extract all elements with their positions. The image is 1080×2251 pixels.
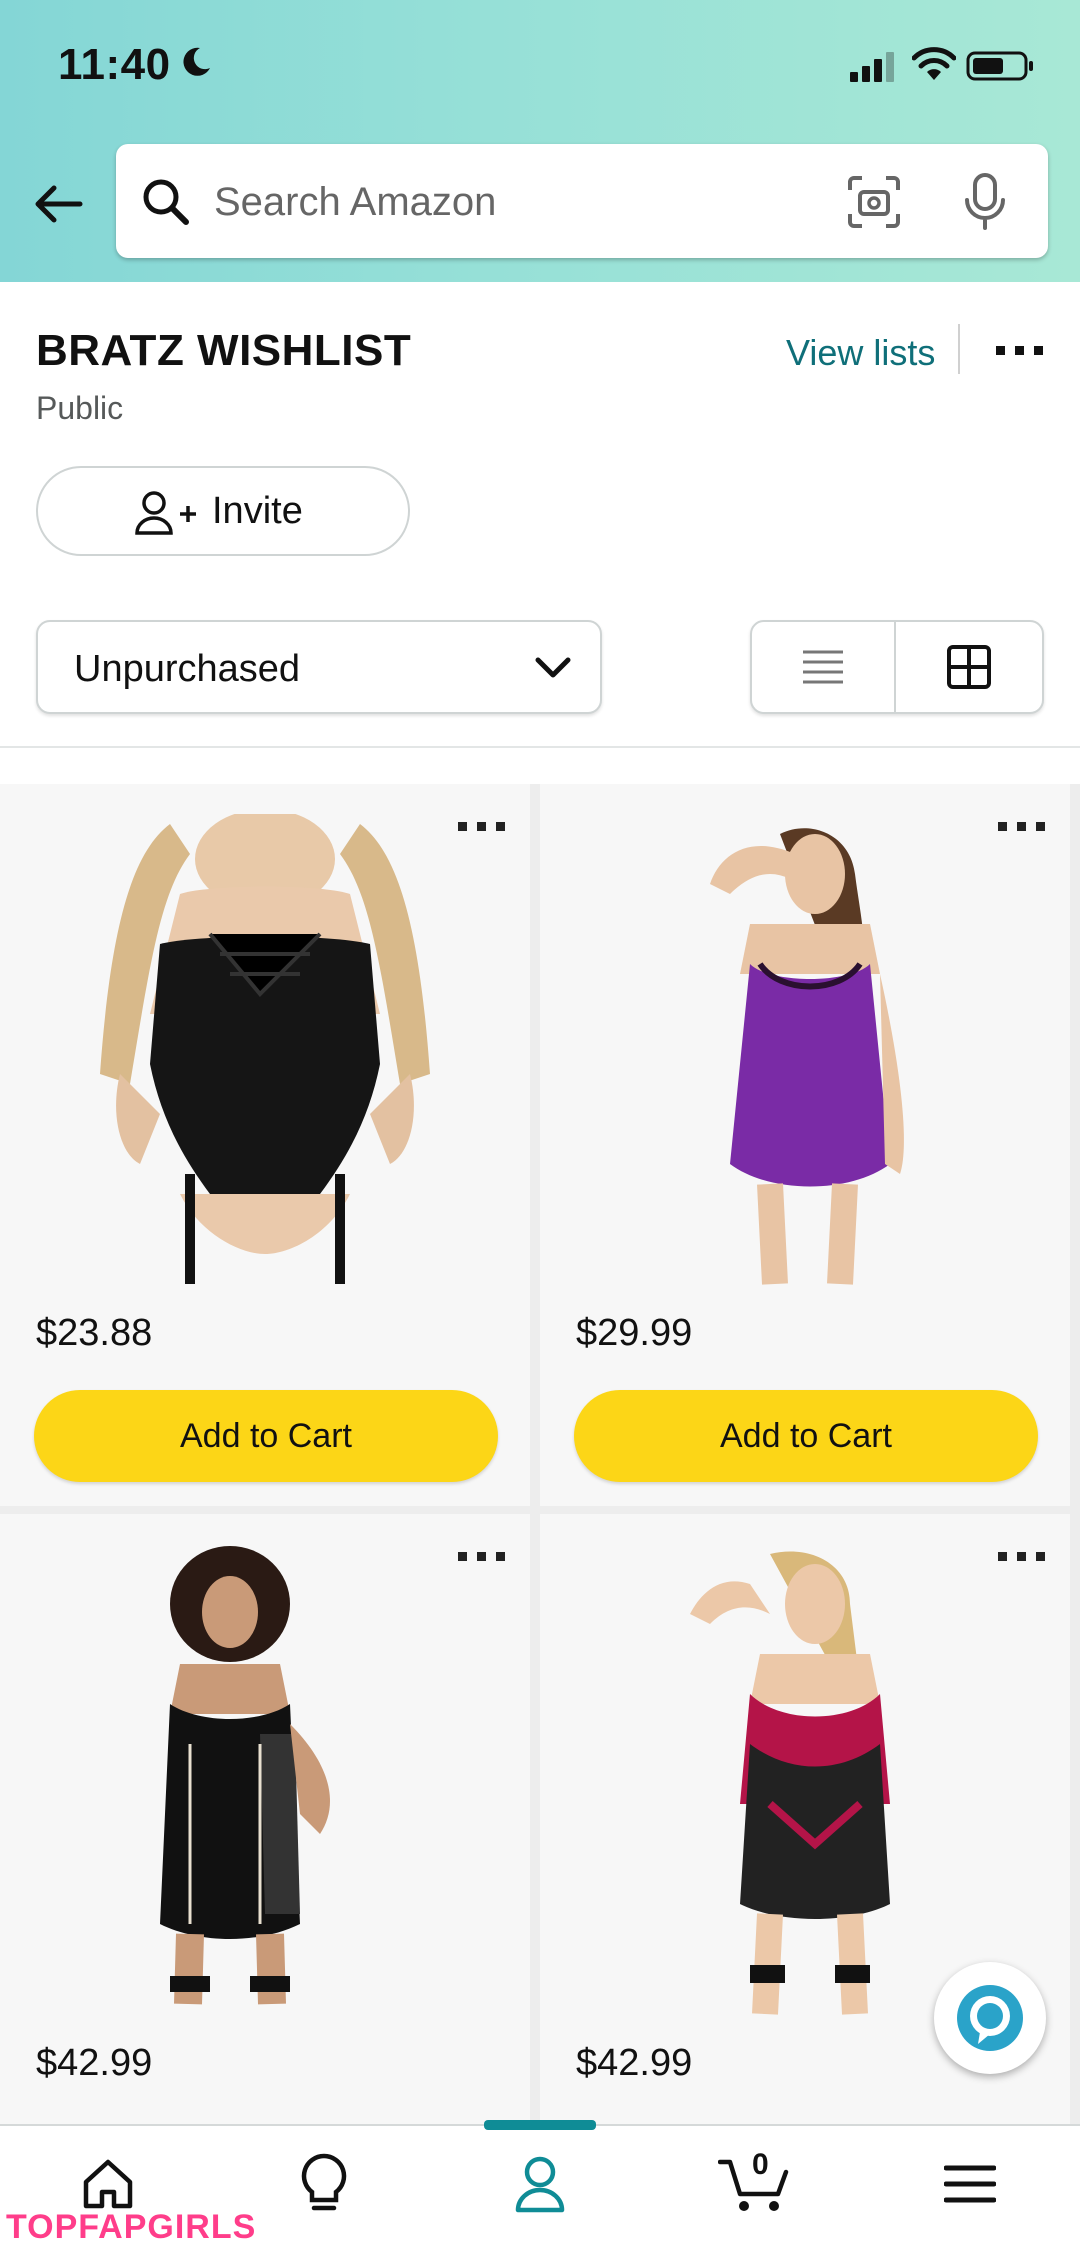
list-view-button[interactable] — [752, 622, 894, 712]
filter-dropdown[interactable]: Unpurchased — [36, 620, 602, 714]
view-lists-link[interactable]: View lists — [786, 332, 935, 374]
filter-value: Unpurchased — [74, 648, 301, 690]
divider — [958, 324, 960, 374]
menu-icon — [944, 2165, 996, 2203]
grid-view-icon — [947, 645, 991, 689]
product-price: $23.88 — [36, 1312, 153, 1354]
alexa-button[interactable] — [934, 1962, 1046, 2074]
status-time: 11:40 — [58, 40, 171, 89]
camera-scan-icon[interactable] — [846, 174, 902, 230]
add-to-cart-button[interactable]: Add to Cart — [574, 1390, 1038, 1482]
cellular-signal-icon — [850, 52, 894, 82]
section-divider — [0, 746, 1080, 748]
lightbulb-icon — [301, 2153, 347, 2211]
back-arrow-icon[interactable] — [30, 176, 86, 232]
home-icon — [83, 2159, 133, 2209]
microphone-icon[interactable] — [962, 172, 1008, 232]
product-price: $42.99 — [576, 2042, 693, 2084]
list-visibility: Public — [36, 390, 124, 426]
watermark: TOPFAPGIRLS — [6, 2208, 257, 2246]
chevron-down-icon — [535, 657, 571, 678]
nav-inspire[interactable] — [284, 2144, 364, 2224]
more-options-icon[interactable] — [994, 340, 1046, 360]
nav-menu[interactable] — [930, 2144, 1010, 2224]
product-image[interactable] — [60, 1544, 470, 2020]
list-title: BRATZ WISHLIST — [36, 326, 412, 375]
cart-count-badge: 0 — [752, 2148, 769, 2181]
search-bar[interactable]: Search Amazon — [116, 144, 1048, 258]
search-input[interactable]: Search Amazon — [214, 180, 496, 225]
product-price: $29.99 — [576, 1312, 693, 1354]
status-bar: 11:40 — [0, 0, 1080, 130]
wishlist-page: 11:40 Search Amazon BRATZ WISHLIST Publi… — [0, 0, 1080, 2251]
product-card[interactable]: $29.99 Add to Cart — [540, 784, 1070, 1506]
product-card[interactable]: $23.88 Add to Cart — [0, 784, 530, 1506]
grid-view-button[interactable] — [896, 622, 1042, 712]
product-image[interactable] — [600, 1544, 1010, 2020]
view-toggle — [750, 620, 1044, 714]
account-icon — [515, 2156, 565, 2213]
product-image[interactable] — [600, 814, 1010, 1290]
product-price: $42.99 — [36, 2042, 153, 2084]
product-grid: $23.88 Add to Cart $29.99 Add to Cart $4… — [0, 784, 1080, 2236]
add-to-cart-button[interactable]: Add to Cart — [34, 1390, 498, 1482]
header-bar: 11:40 Search Amazon — [0, 0, 1080, 282]
moon-icon — [183, 47, 210, 76]
battery-icon — [966, 51, 1033, 81]
search-icon — [143, 179, 189, 225]
product-image[interactable] — [60, 814, 470, 1290]
nav-account[interactable] — [500, 2144, 580, 2224]
invite-button[interactable]: Invite — [36, 466, 410, 556]
add-person-icon — [135, 491, 196, 535]
list-view-icon — [803, 650, 843, 684]
invite-label: Invite — [212, 490, 303, 532]
alexa-icon — [957, 1985, 1023, 2051]
wifi-icon — [912, 47, 956, 80]
active-tab-indicator — [484, 2120, 596, 2130]
